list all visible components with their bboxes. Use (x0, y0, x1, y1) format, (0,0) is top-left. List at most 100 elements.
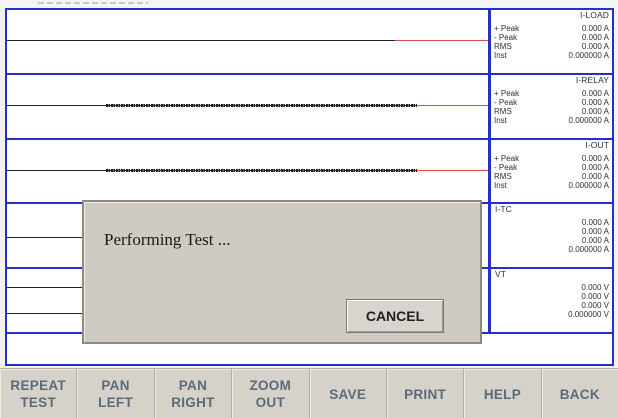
pan-left-button[interactable]: PAN LEFT (77, 369, 155, 418)
readout-row-plus-peak: 0.000 A (494, 218, 609, 227)
readout-value: 0.000 A (581, 106, 609, 116)
readout-row-inst: Inst 0.000000 A (494, 181, 609, 190)
readout-label: - Peak (494, 162, 518, 172)
readout-value: 0.000000 A (568, 245, 609, 255)
trace-segment (7, 237, 87, 239)
readout-value: 0.000000 A (568, 180, 609, 190)
readout-label: - Peak (494, 33, 518, 42)
channel-title: I-RELAY (575, 74, 609, 85)
channel-title: VT (495, 269, 507, 280)
channel-readout: I-TC 0.000 A 0.000 A 0.000 A 0.000000 A (488, 204, 612, 268)
channel-readout: I-LOAD + Peak 0.000 A - Peak 0.000 A RMS… (488, 10, 612, 73)
channel-i-relay: I-RELAY + Peak 0.000 A - Peak 0.000 A RM… (7, 74, 612, 140)
cancel-button[interactable]: CANCEL (346, 299, 444, 333)
zoom-out-button[interactable]: ZOOM OUT (232, 369, 310, 418)
readout-row-inst: 0.000000 V (494, 310, 609, 319)
readout-value: 0.000 V (581, 301, 609, 311)
button-label-line1: PAN (178, 378, 208, 393)
button-label-line1: PRINT (404, 386, 447, 402)
readout-row-rms: RMS 0.000 A (494, 172, 609, 181)
readout-value: 0.000 A (581, 171, 609, 181)
channel-title: I-OUT (585, 139, 609, 150)
waveform-trace (7, 168, 488, 172)
button-label-line1: PAN (101, 378, 130, 393)
readout-value: 0.000 A (581, 227, 609, 237)
readout-value: 0.000 A (581, 33, 609, 42)
button-label-line2: LEFT (98, 395, 134, 410)
readout-row-minus-peak: 0.000 V (494, 292, 609, 301)
readout-label: + Peak (494, 153, 520, 163)
readout-label: Inst (494, 115, 507, 125)
readout-value: 0.000000 A (568, 51, 609, 60)
channel-title: I-LOAD (580, 10, 609, 20)
readout-label: + Peak (494, 88, 520, 98)
readout-label: + Peak (494, 24, 520, 33)
readout-row-rms: 0.000 V (494, 301, 609, 310)
readout-label: RMS (494, 42, 512, 51)
readout-row-rms: RMS 0.000 A (494, 107, 609, 116)
channel-i-out: I-OUT + Peak 0.000 A - Peak 0.000 A RMS … (7, 139, 612, 205)
readout-value: 0.000 A (581, 24, 609, 33)
trace-noise-segment (106, 103, 417, 107)
readout-value: 0.000 V (581, 292, 609, 302)
readout-value: 0.000 V (581, 283, 609, 293)
readout-row-plus-peak: + Peak 0.000 A (494, 89, 609, 98)
title-bar-decoration (38, 2, 148, 4)
readout-value: 0.000 A (581, 42, 609, 51)
channel-title: I-TC (495, 204, 512, 215)
bottom-toolbar: REPEAT TEST PAN LEFT PAN RIGHT ZOOM OUT … (0, 368, 618, 418)
waveform-plot[interactable] (7, 140, 488, 203)
top-title-bar (0, 0, 618, 8)
channel-readout: I-OUT + Peak 0.000 A - Peak 0.000 A RMS … (488, 139, 612, 203)
readout-row-inst: 0.000000 A (494, 245, 609, 254)
save-button[interactable]: SAVE (310, 369, 387, 418)
help-button[interactable]: HELP (464, 369, 542, 418)
button-label-line1: SAVE (329, 386, 367, 402)
button-label-line1: BACK (559, 386, 600, 402)
trace-segment (7, 287, 87, 289)
readout-value: 0.000 A (581, 88, 609, 98)
back-button[interactable]: BACK (542, 369, 618, 418)
readout-label: RMS (494, 171, 512, 181)
channel-i-load: I-LOAD + Peak 0.000 A - Peak 0.000 A RMS… (7, 10, 612, 75)
readout-row-plus-peak: + Peak 0.000 A (494, 24, 609, 33)
readout-label: RMS (494, 106, 512, 116)
performing-test-dialog: Performing Test ... CANCEL (82, 200, 482, 344)
waveform-plot[interactable] (7, 10, 488, 73)
button-label-line2: RIGHT (171, 395, 215, 410)
waveform-trace (7, 103, 488, 107)
trace-tail-segment (395, 40, 488, 41)
readout-value: 0.000 A (581, 162, 609, 172)
readout-label: Inst (494, 51, 507, 60)
trace-segment (7, 313, 87, 315)
button-label-line2: OUT (255, 395, 286, 410)
button-label-line1: REPEAT (10, 378, 66, 393)
channel-readout: I-RELAY + Peak 0.000 A - Peak 0.000 A RM… (488, 74, 612, 138)
readout-value: 0.000 A (581, 153, 609, 163)
readout-row-minus-peak: 0.000 A (494, 227, 609, 236)
repeat-test-button[interactable]: REPEAT TEST (0, 369, 78, 418)
trace-tail-segment (417, 169, 488, 171)
trace-segment (7, 40, 395, 41)
readout-row-inst: Inst 0.000000 A (494, 116, 609, 125)
readout-value: 0.000 A (581, 97, 609, 107)
readout-row-minus-peak: - Peak 0.000 A (494, 163, 609, 172)
readout-value: 0.000 A (581, 236, 609, 246)
dialog-message: Performing Test ... (104, 230, 231, 249)
print-button[interactable]: PRINT (387, 369, 465, 418)
waveform-trace (7, 40, 488, 42)
pan-right-button[interactable]: PAN RIGHT (155, 369, 233, 418)
readout-value: 0.000000 V (568, 310, 609, 320)
trace-tail-segment (417, 104, 488, 106)
channel-readout: VT 0.000 V 0.000 V 0.000 V 0.000000 V (488, 269, 612, 332)
readout-label: Inst (494, 180, 507, 190)
readout-value: 0.000000 A (568, 115, 609, 125)
waveform-plot[interactable] (7, 75, 488, 138)
button-label-line1: HELP (483, 386, 522, 402)
button-label-line1: ZOOM (249, 378, 292, 393)
readout-row-rms: RMS 0.000 A (494, 42, 609, 51)
readout-value: 0.000 A (581, 218, 609, 228)
trace-noise-segment (106, 168, 417, 172)
button-label-line2: TEST (20, 395, 57, 410)
readout-row-plus-peak: + Peak 0.000 A (494, 154, 609, 163)
